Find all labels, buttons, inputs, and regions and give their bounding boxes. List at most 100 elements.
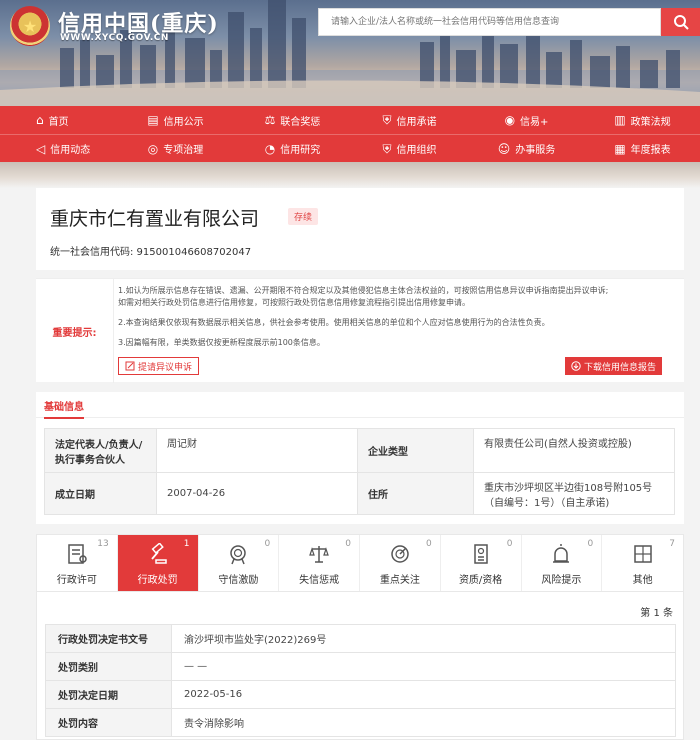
basic-info-table: 法定代表人/负责人/执行事务合伙人 周记财 企业类型 有限责任公司(自然人投资或… bbox=[44, 428, 675, 515]
pin-icon: ◉ bbox=[504, 113, 516, 127]
license-icon bbox=[68, 544, 87, 564]
tab-key-attention[interactable]: 0 重点关注 bbox=[360, 535, 441, 591]
banner-strip bbox=[0, 162, 700, 188]
edit-icon bbox=[125, 361, 135, 371]
scale-icon: ⚖ bbox=[264, 113, 276, 127]
address-value: 重庆市沙坪坝区半边街108号附105号（自编号：1号）（自主承诺) bbox=[473, 472, 675, 515]
notice-line-3: 3.因篇幅有限，单类数据仅按更新程度展示前100条信息。 bbox=[118, 338, 325, 347]
gavel-icon bbox=[150, 543, 167, 564]
table-row: 处罚内容 责令消除影响 bbox=[45, 708, 676, 737]
nav-item-services[interactable]: ☺ 办事服务 bbox=[468, 135, 585, 162]
target-icon: ◎ bbox=[147, 141, 159, 156]
tab-count: 0 bbox=[264, 539, 271, 549]
establish-date-label: 成立日期 bbox=[44, 472, 157, 515]
company-type-value: 有限责任公司(自然人投资或控股) bbox=[473, 428, 675, 473]
tab-count: 0 bbox=[506, 539, 513, 549]
company-card: 重庆市仁有置业有限公司 存续 统一社会信用代码: 915001046608702… bbox=[36, 188, 684, 270]
row-label: 行政处罚决定书文号 bbox=[45, 624, 172, 653]
row-label: 处罚决定日期 bbox=[45, 680, 172, 709]
nav-item-special-governance[interactable]: ◎ 专项治理 bbox=[117, 135, 234, 162]
book-icon: ▥ bbox=[614, 113, 626, 127]
nav-item-home[interactable]: ⌂ 首页 bbox=[0, 106, 117, 134]
search-input[interactable] bbox=[319, 9, 660, 35]
nav-item-credit-organization[interactable]: ⛨ 信用组织 bbox=[351, 135, 468, 162]
basic-info-header: 基础信息 bbox=[36, 392, 684, 419]
chart-icon: ◔ bbox=[264, 141, 276, 156]
table-row: 处罚决定日期 2022-05-16 bbox=[45, 680, 676, 709]
row-value: 渝沙坪坝市监处字(2022)269号 bbox=[171, 624, 676, 653]
row-value: 责令消除影响 bbox=[171, 708, 676, 737]
download-report-button[interactable]: 下载信用信息报告 bbox=[565, 357, 663, 375]
table-row: 行政处罚决定书文号 渝沙坪坝市监处字(2022)269号 bbox=[45, 624, 676, 653]
nav-item-credit-commitment[interactable]: ⛨ 信用承诺 bbox=[351, 106, 468, 134]
scales-icon bbox=[309, 546, 329, 563]
header-banner: ★ 信用中国(重庆) WWW.XYCQ.GOV.CN bbox=[0, 0, 700, 106]
tab-administrative-penalty[interactable]: 1 行政处罚 bbox=[117, 535, 199, 591]
search-box bbox=[318, 8, 661, 36]
section-title: 基础信息 bbox=[44, 398, 84, 419]
penalty-table: 行政处罚决定书文号 渝沙坪坝市监处字(2022)269号 处罚类别 — — 处罚… bbox=[45, 624, 676, 737]
nav-item-credit-news[interactable]: ◁ 信用动态 bbox=[0, 135, 117, 162]
company-type-label: 企业类型 bbox=[357, 428, 474, 473]
tab-trust-incentive[interactable]: 0 守信激励 bbox=[199, 535, 280, 591]
record-counter: 第 1 条 bbox=[640, 608, 673, 619]
report-icon: ▦ bbox=[614, 141, 626, 156]
user-icon: ☺ bbox=[497, 141, 511, 156]
tab-count: 0 bbox=[587, 539, 594, 549]
nav-item-credit-plus[interactable]: ◉ 信易+ bbox=[468, 106, 585, 134]
notice-line-1a: 1.如认为所展示信息存在错误、遗漏、公开期限不符合规定以及其他侵犯信息主体合法权… bbox=[118, 286, 609, 295]
row-value: — — bbox=[171, 652, 676, 681]
tab-count: 0 bbox=[345, 539, 351, 549]
company-name: 重庆市仁有置业有限公司 bbox=[50, 208, 260, 230]
establish-date-value: 2007-04-26 bbox=[156, 472, 358, 515]
credit-code: 统一社会信用代码: 915001046608702047 bbox=[50, 247, 252, 258]
important-notice: 重要提示: 1.如认为所展示信息存在错误、遗漏、公开期限不符合规定以及其他侵犯信… bbox=[36, 278, 684, 383]
tab-qualification[interactable]: 0 资质/资格 bbox=[441, 535, 522, 591]
nav-item-joint-reward-punish[interactable]: ⚖ 联合奖惩 bbox=[234, 106, 351, 134]
row-value: 2022-05-16 bbox=[171, 680, 676, 709]
notice-line-1b: 如需对相关行政处罚信息进行信用修复，可按照行政处罚信息信用修复流程指引提出信用修… bbox=[118, 298, 470, 307]
tab-count: 0 bbox=[426, 539, 432, 549]
status-badge: 存续 bbox=[288, 208, 319, 225]
tab-risk-warning[interactable]: 0 风险提示 bbox=[522, 535, 603, 591]
category-tabs: 13 行政许可 1 行政处罚 0 守信激励 0 失信惩戒 0 重点关注 0 资质… bbox=[36, 534, 684, 592]
notice-label: 重要提示: bbox=[36, 279, 114, 383]
tab-count: 1 bbox=[183, 539, 190, 549]
legal-rep-value: 周记财 bbox=[156, 428, 358, 473]
notice-line-2: 2.本查询结果仅依现有数据展示相关信息，供社会参考使用。使用相关信息的单位和个人… bbox=[118, 318, 550, 327]
basic-info-section: 基础信息 法定代表人/负责人/执行事务合伙人 周记财 企业类型 有限责任公司(自… bbox=[36, 392, 684, 524]
apps-icon bbox=[633, 545, 652, 563]
legal-rep-label: 法定代表人/负责人/执行事务合伙人 bbox=[44, 428, 157, 473]
home-icon: ⌂ bbox=[36, 113, 44, 127]
document-icon: ▤ bbox=[147, 113, 159, 127]
table-row: 处罚类别 — — bbox=[45, 652, 676, 681]
notice-text: 1.如认为所展示信息存在错误、遗漏、公开期限不符合规定以及其他侵犯信息主体合法权… bbox=[118, 285, 678, 357]
tab-other[interactable]: 7 其他 bbox=[602, 535, 683, 591]
search-icon bbox=[673, 15, 689, 30]
radar-icon bbox=[391, 545, 409, 563]
address-label: 住所 bbox=[357, 472, 474, 515]
row-label: 处罚内容 bbox=[45, 708, 172, 737]
tab-count: 7 bbox=[669, 539, 675, 549]
certificate-icon bbox=[473, 544, 488, 564]
main-nav: ⌂ 首页 ▤ 信用公示 ⚖ 联合奖惩 ⛨ 信用承诺 ◉ 信易+ ▥ 政策法规 ◁ 信用动态 ◎… bbox=[0, 106, 700, 162]
group-icon: ⛨ bbox=[382, 141, 392, 156]
tab-dishonesty-punishment[interactable]: 0 失信惩戒 bbox=[279, 535, 360, 591]
penalty-records: 第 1 条 行政处罚决定书文号 渝沙坪坝市监处字(2022)269号 处罚类别 … bbox=[36, 592, 684, 740]
medal-icon bbox=[230, 545, 247, 565]
tab-administrative-license[interactable]: 13 行政许可 bbox=[37, 535, 118, 591]
speaker-icon: ◁ bbox=[36, 141, 46, 156]
row-label: 处罚类别 bbox=[45, 652, 172, 681]
nav-item-policy[interactable]: ▥ 政策法规 bbox=[585, 106, 700, 134]
tab-count: 13 bbox=[97, 539, 109, 549]
search-button[interactable] bbox=[661, 8, 700, 36]
site-url: WWW.XYCQ.GOV.CN bbox=[60, 33, 169, 43]
objection-button[interactable]: 提请异议申诉 bbox=[118, 357, 200, 375]
download-icon bbox=[571, 361, 581, 371]
shield-icon: ⛨ bbox=[382, 113, 392, 127]
national-emblem-icon: ★ bbox=[10, 6, 50, 46]
nav-item-credit-research[interactable]: ◔ 信用研究 bbox=[234, 135, 351, 162]
nav-item-annual-report[interactable]: ▦ 年度报表 bbox=[585, 135, 700, 162]
nav-item-credit-disclosure[interactable]: ▤ 信用公示 bbox=[117, 106, 234, 134]
alarm-icon bbox=[553, 544, 570, 563]
